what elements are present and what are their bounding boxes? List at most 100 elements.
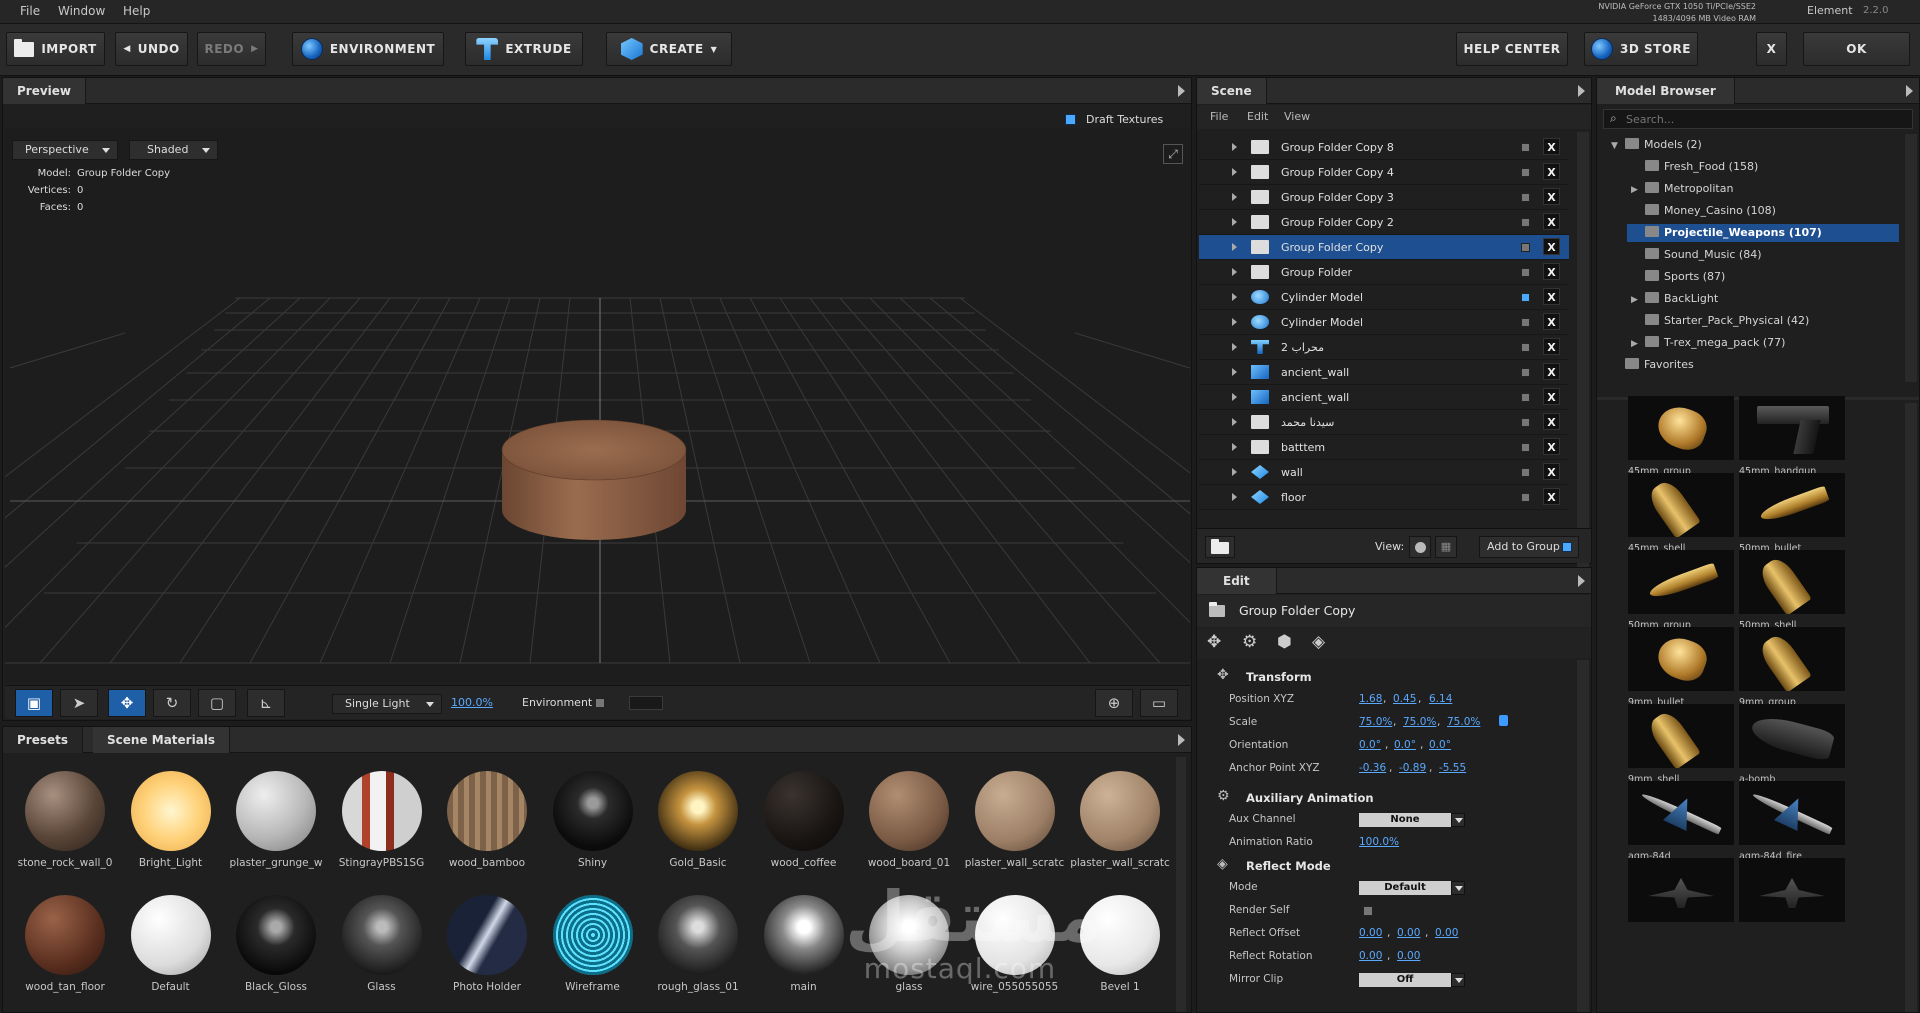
ok-button[interactable]: OK	[1803, 32, 1910, 66]
remove-item-button[interactable]: X	[1543, 288, 1560, 305]
help-center-button[interactable]: HELP CENTER	[1456, 32, 1568, 66]
model-thumbnail[interactable]: 9mm_shell	[1628, 704, 1734, 785]
material-swatch[interactable]: wood_tan_floor	[13, 895, 117, 993]
orientation-z[interactable]: 0.0°	[1429, 739, 1451, 751]
expand-arrow-icon[interactable]	[1232, 468, 1237, 476]
remove-item-button[interactable]: X	[1543, 213, 1560, 230]
model-thumbnail[interactable]: 45mm_handgun	[1739, 396, 1845, 477]
axis-tool-button[interactable]: ⊾	[247, 689, 285, 717]
scene-item[interactable]: floor X	[1199, 485, 1569, 510]
tab-preview[interactable]: Preview	[3, 78, 87, 104]
reflect-rotation-x[interactable]: 0.00	[1359, 950, 1382, 962]
tree-item[interactable]: ▶ T-rex_mega_pack (77)	[1627, 334, 1887, 352]
visibility-toggle[interactable]	[1521, 418, 1530, 427]
material-swatch[interactable]: Glass	[330, 895, 434, 993]
move-tool-button[interactable]: ✥	[108, 689, 146, 717]
reflect-icon[interactable]: ◈	[1312, 632, 1325, 652]
material-swatch[interactable]: wood_bamboo	[435, 771, 539, 869]
position-y[interactable]: 0.45	[1393, 693, 1416, 705]
orientation-x[interactable]: 0.0°	[1359, 739, 1381, 751]
tree-item[interactable]: Money_Casino (108)	[1627, 202, 1887, 220]
scene-menu-file[interactable]: File	[1210, 110, 1228, 123]
chevron-right-icon[interactable]: ▶	[1631, 291, 1645, 309]
remove-item-button[interactable]: X	[1543, 488, 1560, 505]
expand-arrow-icon[interactable]	[1232, 193, 1237, 201]
remove-item-button[interactable]: X	[1543, 188, 1560, 205]
reflect-rotation-y[interactable]: 0.00	[1397, 950, 1420, 962]
reflect-offset-x[interactable]: 0.00	[1359, 927, 1382, 939]
anchor-z[interactable]: -5.55	[1439, 762, 1466, 774]
reflect-mode-select[interactable]: Default	[1359, 881, 1465, 895]
scene-item[interactable]: Group Folder Copy 2 X	[1199, 210, 1569, 235]
model-thumbnail[interactable]: agm-84d	[1628, 781, 1734, 862]
position-z[interactable]: 6.14	[1429, 693, 1452, 705]
materials-scrollbar[interactable]	[1176, 757, 1186, 1012]
remove-item-button[interactable]: X	[1543, 338, 1560, 355]
expand-arrow-icon[interactable]	[1232, 343, 1237, 351]
material-swatch[interactable]: rough_glass_01	[646, 895, 750, 993]
scene-item[interactable]: Group Folder X	[1199, 260, 1569, 285]
visibility-toggle[interactable]	[1521, 243, 1530, 252]
visibility-toggle[interactable]	[1521, 193, 1530, 202]
maximize-viewport-icon[interactable]: ⤢	[1163, 144, 1183, 164]
model-thumbnail[interactable]: 50mm_bullet	[1739, 473, 1845, 554]
visibility-toggle[interactable]	[1521, 318, 1530, 327]
tab-edit[interactable]: Edit	[1197, 568, 1277, 594]
tree-item[interactable]: ▶ BackLight	[1627, 290, 1887, 308]
expand-arrow-icon[interactable]	[1232, 393, 1237, 401]
scale-tool-button[interactable]: ▢	[198, 689, 236, 717]
material-swatch[interactable]: Photo Holder	[435, 895, 539, 993]
material-swatch[interactable]: wood_board_01	[857, 771, 961, 869]
scene-item[interactable]: Group Folder Copy 4 X	[1199, 160, 1569, 185]
remove-item-button[interactable]: X	[1543, 263, 1560, 280]
tab-scene[interactable]: Scene	[1197, 78, 1267, 104]
undo-button[interactable]: ◀ UNDO	[115, 32, 188, 66]
menu-window[interactable]: Window	[58, 4, 105, 18]
visibility-toggle[interactable]	[1521, 368, 1530, 377]
model-thumbnail[interactable]: 50mm_group	[1628, 550, 1734, 631]
expand-arrow-icon[interactable]	[1232, 443, 1237, 451]
new-folder-button[interactable]	[1205, 536, 1235, 558]
select-tool-button[interactable]: ➤	[60, 689, 98, 717]
material-swatch[interactable]: plaster_grunge_w	[224, 771, 328, 869]
tree-item[interactable]: Sports (87)	[1627, 268, 1887, 286]
aux-channel-select[interactable]: None	[1359, 813, 1465, 827]
scene-item[interactable]: ancient_wall X	[1199, 385, 1569, 410]
scene-item[interactable]: Group Folder Copy 8 X	[1199, 135, 1569, 160]
remove-item-button[interactable]: X	[1543, 163, 1560, 180]
collapse-arrow-icon[interactable]	[1578, 575, 1585, 587]
material-swatch[interactable]: plaster_wall_scratc	[963, 771, 1067, 869]
tree-item[interactable]: Sound_Music (84)	[1627, 246, 1887, 264]
rotate-tool-button[interactable]: ↻	[153, 689, 191, 717]
center-view-button[interactable]: ⊕	[1095, 689, 1133, 717]
visibility-toggle[interactable]	[1521, 393, 1530, 402]
reflect-offset-z[interactable]: 0.00	[1435, 927, 1458, 939]
model-thumbnail[interactable]: 9mm_group	[1739, 627, 1845, 708]
add-to-group-checkbox[interactable]	[1562, 542, 1572, 552]
light-mode-dropdown[interactable]: Single Light	[332, 694, 442, 714]
model-thumbnail[interactable]: 9mm_bullet	[1628, 627, 1734, 708]
scale-z[interactable]: 75.0%	[1447, 716, 1480, 728]
collapse-arrow-icon[interactable]	[1178, 734, 1185, 746]
scale-x[interactable]: 75.0%	[1359, 716, 1392, 728]
search-input[interactable]	[1626, 112, 1906, 126]
collapse-arrow-icon[interactable]	[1178, 85, 1185, 97]
camera-mode-dropdown[interactable]: Perspective	[12, 140, 118, 160]
visibility-toggle[interactable]	[1521, 493, 1530, 502]
material-swatch[interactable]: stone_rock_wall_0	[13, 771, 117, 869]
anchor-y[interactable]: -0.89	[1399, 762, 1426, 774]
extrude-button[interactable]: EXTRUDE	[465, 32, 583, 66]
tree-item[interactable]: ▶ Metropolitan	[1627, 180, 1887, 198]
add-to-group-button[interactable]: Add to Group	[1479, 536, 1579, 558]
view-grid-button[interactable]: ▦	[1435, 536, 1457, 558]
visibility-toggle[interactable]	[1521, 443, 1530, 452]
visibility-toggle[interactable]	[1521, 143, 1530, 152]
scene-item[interactable]: ancient_wall X	[1199, 360, 1569, 385]
material-swatch[interactable]: plaster_wall_scratc	[1068, 771, 1172, 869]
tree-item[interactable]: Fresh_Food (158)	[1627, 158, 1887, 176]
thumbs-scrollbar[interactable]	[1905, 403, 1917, 1012]
reflect-offset-y[interactable]: 0.00	[1397, 927, 1420, 939]
material-swatch[interactable]: StingrayPBS1SG	[330, 771, 434, 869]
remove-item-button[interactable]: X	[1543, 388, 1560, 405]
tab-presets[interactable]: Presets	[3, 727, 84, 753]
